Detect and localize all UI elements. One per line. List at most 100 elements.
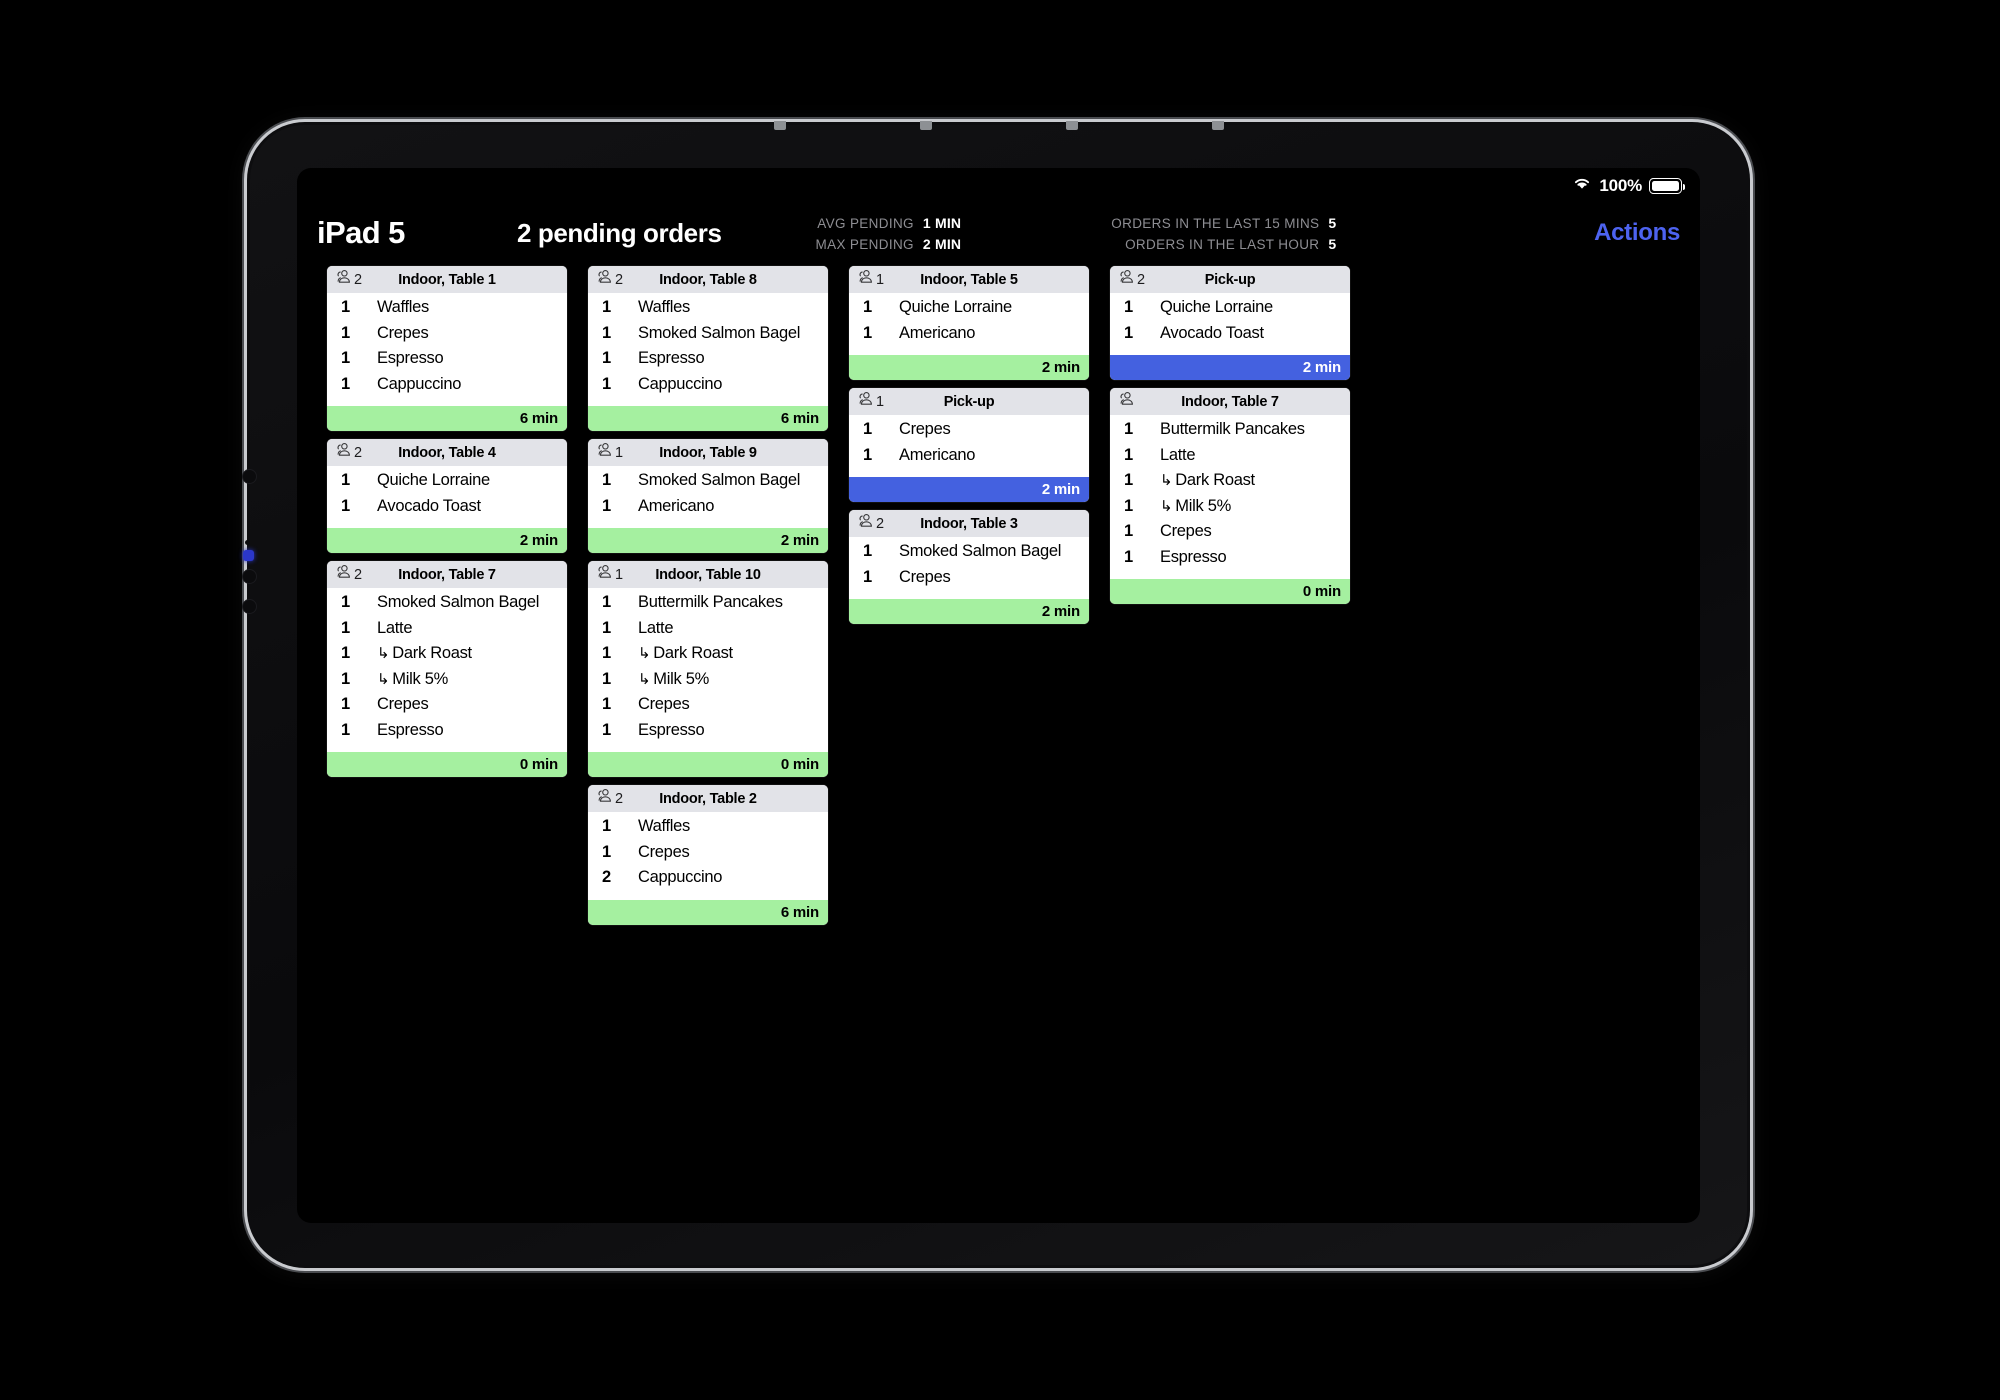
order-item-name: Waffles xyxy=(638,817,690,836)
order-item-name-label: Cappuccino xyxy=(638,868,723,886)
order-item-row[interactable]: 1 Espresso xyxy=(327,349,567,375)
order-card[interactable]: 1 Pick-up 1 Crepes 1 Americano 2 min xyxy=(849,388,1089,502)
order-item-row[interactable]: 1 ↳ Milk 5% xyxy=(1110,497,1350,523)
order-item-quantity: 1 xyxy=(602,618,612,637)
guests-icon xyxy=(596,442,613,463)
order-item-quantity: 1 xyxy=(1124,471,1134,489)
order-card[interactable]: 2 Indoor, Table 2 1 Waffles 1 Crepes 2 Cappucci… xyxy=(588,785,828,925)
order-location-label: Pick-up xyxy=(1204,271,1256,288)
order-elapsed-label: 0 min xyxy=(780,756,819,773)
order-card[interactable]: 2 Pick-up 1 Quiche Lorraine 1 Avocado Toast 2 … xyxy=(1110,266,1350,380)
order-item-row[interactable]: 1 Waffles xyxy=(588,298,828,324)
order-card[interactable]: 2 Indoor, Table 7 1 Smoked Salmon Bagel 1 Lat… xyxy=(327,561,567,777)
order-item-name: Quiche Lorraine xyxy=(377,471,490,490)
guest-count-label: 1 xyxy=(615,444,623,461)
order-elapsed-label: 2 min xyxy=(1041,481,1080,498)
order-item-row[interactable]: 1 Quiche Lorraine xyxy=(1110,298,1350,324)
order-location-label: Indoor, Table 5 xyxy=(920,271,1018,288)
order-item-row[interactable]: 1 Buttermilk Pancakes xyxy=(588,593,828,619)
order-item-row[interactable]: 1 ↳ Dark Roast xyxy=(1110,471,1350,497)
order-item-name: Smoked Salmon Bagel xyxy=(899,542,1061,561)
side-button-middle[interactable] xyxy=(243,570,256,583)
order-item-row[interactable]: 1 ↳ Milk 5% xyxy=(327,670,567,696)
sub-item-arrow-icon: ↳ xyxy=(377,645,390,662)
order-item-row[interactable]: 2 Cappuccino xyxy=(588,868,828,894)
order-item-row[interactable]: 1 Quiche Lorraine xyxy=(849,298,1089,324)
order-item-row[interactable]: 1 ↳ Milk 5% xyxy=(588,670,828,696)
order-card[interactable]: Indoor, Table 7 1 Buttermilk Pancakes 1 Latt… xyxy=(1110,388,1350,604)
order-column: 1 Indoor, Table 5 1 Quiche Lorraine 1 America… xyxy=(849,266,1089,624)
order-item-name: Avocado Toast xyxy=(1160,324,1264,343)
status-bar: 100% xyxy=(1572,176,1686,196)
order-card[interactable]: 2 Indoor, Table 3 1 Smoked Salmon Bagel 1 Cre… xyxy=(849,510,1089,624)
order-item-row[interactable]: 1 Crepes xyxy=(588,843,828,869)
order-item-row[interactable]: 1 ↳ Dark Roast xyxy=(327,644,567,670)
order-item-name-label: Crepes xyxy=(1160,522,1212,540)
order-elapsed-badge: 2 min xyxy=(327,528,567,553)
order-card[interactable]: 2 Indoor, Table 8 1 Waffles 1 Smoked Salmon B… xyxy=(588,266,828,431)
order-elapsed-badge: 2 min xyxy=(849,477,1089,502)
actions-button[interactable]: Actions xyxy=(1594,219,1680,247)
order-item-name: Latte xyxy=(377,619,413,638)
side-button-top[interactable] xyxy=(243,470,256,483)
order-item-row[interactable]: 1 Espresso xyxy=(588,349,828,375)
order-location-label: Indoor, Table 2 xyxy=(659,790,757,807)
order-item-row[interactable]: 1 Avocado Toast xyxy=(1110,324,1350,350)
order-item-row[interactable]: 1 Smoked Salmon Bagel xyxy=(588,471,828,497)
order-item-row[interactable]: 1 Waffles xyxy=(327,298,567,324)
order-item-row[interactable]: 1 Quiche Lorraine xyxy=(327,471,567,497)
order-item-name: Crepes xyxy=(377,695,429,714)
order-item-row[interactable]: 1 Crepes xyxy=(849,420,1089,446)
order-item-name-label: Crepes xyxy=(377,695,429,713)
order-elapsed-label: 0 min xyxy=(1302,583,1341,600)
order-item-row[interactable]: 1 Americano xyxy=(849,446,1089,472)
order-item-name-label: Espresso xyxy=(638,349,705,367)
order-item-row[interactable]: 1 Crepes xyxy=(1110,522,1350,548)
order-item-quantity: 1 xyxy=(1124,323,1134,342)
order-elapsed-label: 2 min xyxy=(780,532,819,549)
order-item-name: Latte xyxy=(638,619,674,638)
order-item-quantity: 1 xyxy=(863,567,873,586)
order-card[interactable]: 1 Indoor, Table 5 1 Quiche Lorraine 1 America… xyxy=(849,266,1089,380)
order-item-row[interactable]: 1 Espresso xyxy=(327,721,567,747)
order-item-row[interactable]: 1 Cappuccino xyxy=(588,375,828,401)
order-items-list: 1 Quiche Lorraine 1 Avocado Toast xyxy=(327,466,567,528)
order-card-header: 2 Indoor, Table 3 xyxy=(849,510,1089,537)
order-item-row[interactable]: 1 Smoked Salmon Bagel xyxy=(588,324,828,350)
order-item-name-label: Latte xyxy=(1160,445,1196,464)
order-item-row[interactable]: 1 Crepes xyxy=(588,695,828,721)
order-item-name: Waffles xyxy=(377,298,429,317)
order-item-row[interactable]: 1 ↳ Dark Roast xyxy=(588,644,828,670)
order-card[interactable]: 1 Indoor, Table 10 1 Buttermilk Pancakes 1 La… xyxy=(588,561,828,777)
order-item-row[interactable]: 1 Smoked Salmon Bagel xyxy=(327,593,567,619)
order-item-row[interactable]: 1 Smoked Salmon Bagel xyxy=(849,542,1089,568)
order-card[interactable]: 2 Indoor, Table 4 1 Quiche Lorraine 1 Avocado… xyxy=(327,439,567,553)
order-item-row[interactable]: 1 Espresso xyxy=(1110,548,1350,574)
order-item-name: Smoked Salmon Bagel xyxy=(638,471,800,490)
order-item-row[interactable]: 1 Espresso xyxy=(588,721,828,747)
order-item-row[interactable]: 1 Crepes xyxy=(327,324,567,350)
order-card-header: 1 Indoor, Table 10 xyxy=(588,561,828,588)
order-item-quantity: 1 xyxy=(341,593,351,611)
order-item-row[interactable]: 1 Crepes xyxy=(849,568,1089,594)
order-item-name: Buttermilk Pancakes xyxy=(638,593,783,612)
order-items-list: 1 Quiche Lorraine 1 Avocado Toast xyxy=(1110,293,1350,355)
order-item-row[interactable]: 1 Buttermilk Pancakes xyxy=(1110,420,1350,446)
order-item-row[interactable]: 1 Americano xyxy=(849,324,1089,350)
order-item-row[interactable]: 1 Waffles xyxy=(588,817,828,843)
pinhole-mic xyxy=(245,540,250,545)
order-item-row[interactable]: 1 Avocado Toast xyxy=(327,497,567,523)
order-item-name: Americano xyxy=(638,497,714,516)
order-card[interactable]: 1 Indoor, Table 9 1 Smoked Salmon Bagel 1 Ame… xyxy=(588,439,828,553)
order-item-row[interactable]: 1 Americano xyxy=(588,497,828,523)
order-item-row[interactable]: 1 Latte xyxy=(588,619,828,645)
sub-item-arrow-icon: ↳ xyxy=(1160,472,1173,489)
order-item-name: Smoked Salmon Bagel xyxy=(377,593,539,612)
side-button-bottom[interactable] xyxy=(243,600,256,613)
order-item-row[interactable]: 1 Crepes xyxy=(327,695,567,721)
order-item-row[interactable]: 1 Cappuccino xyxy=(327,375,567,401)
order-card[interactable]: 2 Indoor, Table 1 1 Waffles 1 Crepes 1 Espresso… xyxy=(327,266,567,431)
guest-count-label: 1 xyxy=(876,271,884,288)
order-item-row[interactable]: 1 Latte xyxy=(1110,446,1350,472)
order-item-row[interactable]: 1 Latte xyxy=(327,619,567,645)
